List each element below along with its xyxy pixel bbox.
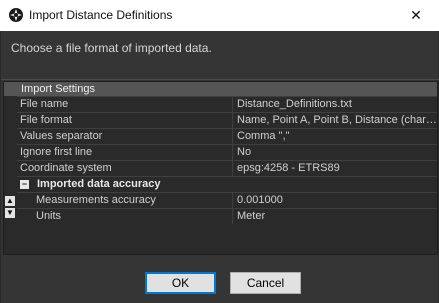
property-name: File format — [20, 114, 72, 126]
property-row-file-name[interactable]: File name Distance_Definitions.txt — [17, 96, 437, 112]
property-value[interactable]: No — [232, 145, 437, 160]
window-title: Import Distance Definitions — [29, 8, 173, 22]
arrow-down-icon: ▼ — [6, 208, 14, 217]
property-grid: Import Settings File name Distance_Defin… — [3, 81, 438, 255]
close-icon: ✕ — [410, 7, 422, 23]
property-row-measurements-accuracy[interactable]: Measurements accuracy 0.001000 — [17, 192, 437, 208]
property-name: Values separator — [20, 130, 103, 142]
property-value[interactable]: Comma "," — [232, 129, 437, 144]
property-row-units[interactable]: Units Meter — [17, 208, 437, 224]
move-up-button[interactable]: ▲ — [5, 196, 15, 206]
property-name: Units — [36, 210, 62, 222]
settings-header: Import Settings — [4, 82, 437, 96]
move-down-button[interactable]: ▼ — [5, 208, 15, 218]
property-name: Coordinate system — [20, 162, 112, 174]
property-name: File name — [20, 98, 69, 110]
property-value[interactable]: Distance_Definitions.txt — [232, 97, 437, 112]
property-value[interactable]: epsg:4258 - ETRS89 — [232, 161, 437, 176]
title-bar: Import Distance Definitions ✕ — [0, 0, 439, 31]
collapse-icon[interactable]: − — [20, 180, 29, 189]
group-label: Imported data accuracy — [37, 178, 161, 190]
property-value[interactable]: 0.001000 — [232, 193, 437, 208]
ok-button[interactable]: OK — [145, 272, 216, 294]
app-logo-icon — [9, 8, 23, 22]
property-row-ignore-first-line[interactable]: Ignore first line No — [17, 144, 437, 160]
instruction-text: Choose a file format of imported data. — [11, 41, 212, 55]
cancel-button[interactable]: Cancel — [230, 272, 301, 294]
property-value[interactable]: Meter — [232, 209, 437, 224]
property-row-values-separator[interactable]: Values separator Comma "," — [17, 128, 437, 144]
separator — [1, 79, 439, 80]
property-name: Measurements accuracy — [36, 194, 156, 206]
property-row-file-format[interactable]: File format Name, Point A, Point B, Dist… — [17, 112, 437, 128]
dialog-body: Choose a file format of imported data. I… — [0, 31, 439, 303]
property-value[interactable]: Name, Point A, Point B, Distance (charac… — [232, 113, 437, 128]
property-row-coordinate-system[interactable]: Coordinate system epsg:4258 - ETRS89 — [17, 160, 437, 176]
group-imported-data-accuracy[interactable]: − Imported data accuracy — [17, 176, 437, 192]
property-name: Ignore first line — [20, 146, 93, 158]
close-button[interactable]: ✕ — [393, 0, 439, 31]
arrow-up-icon: ▲ — [6, 196, 14, 205]
